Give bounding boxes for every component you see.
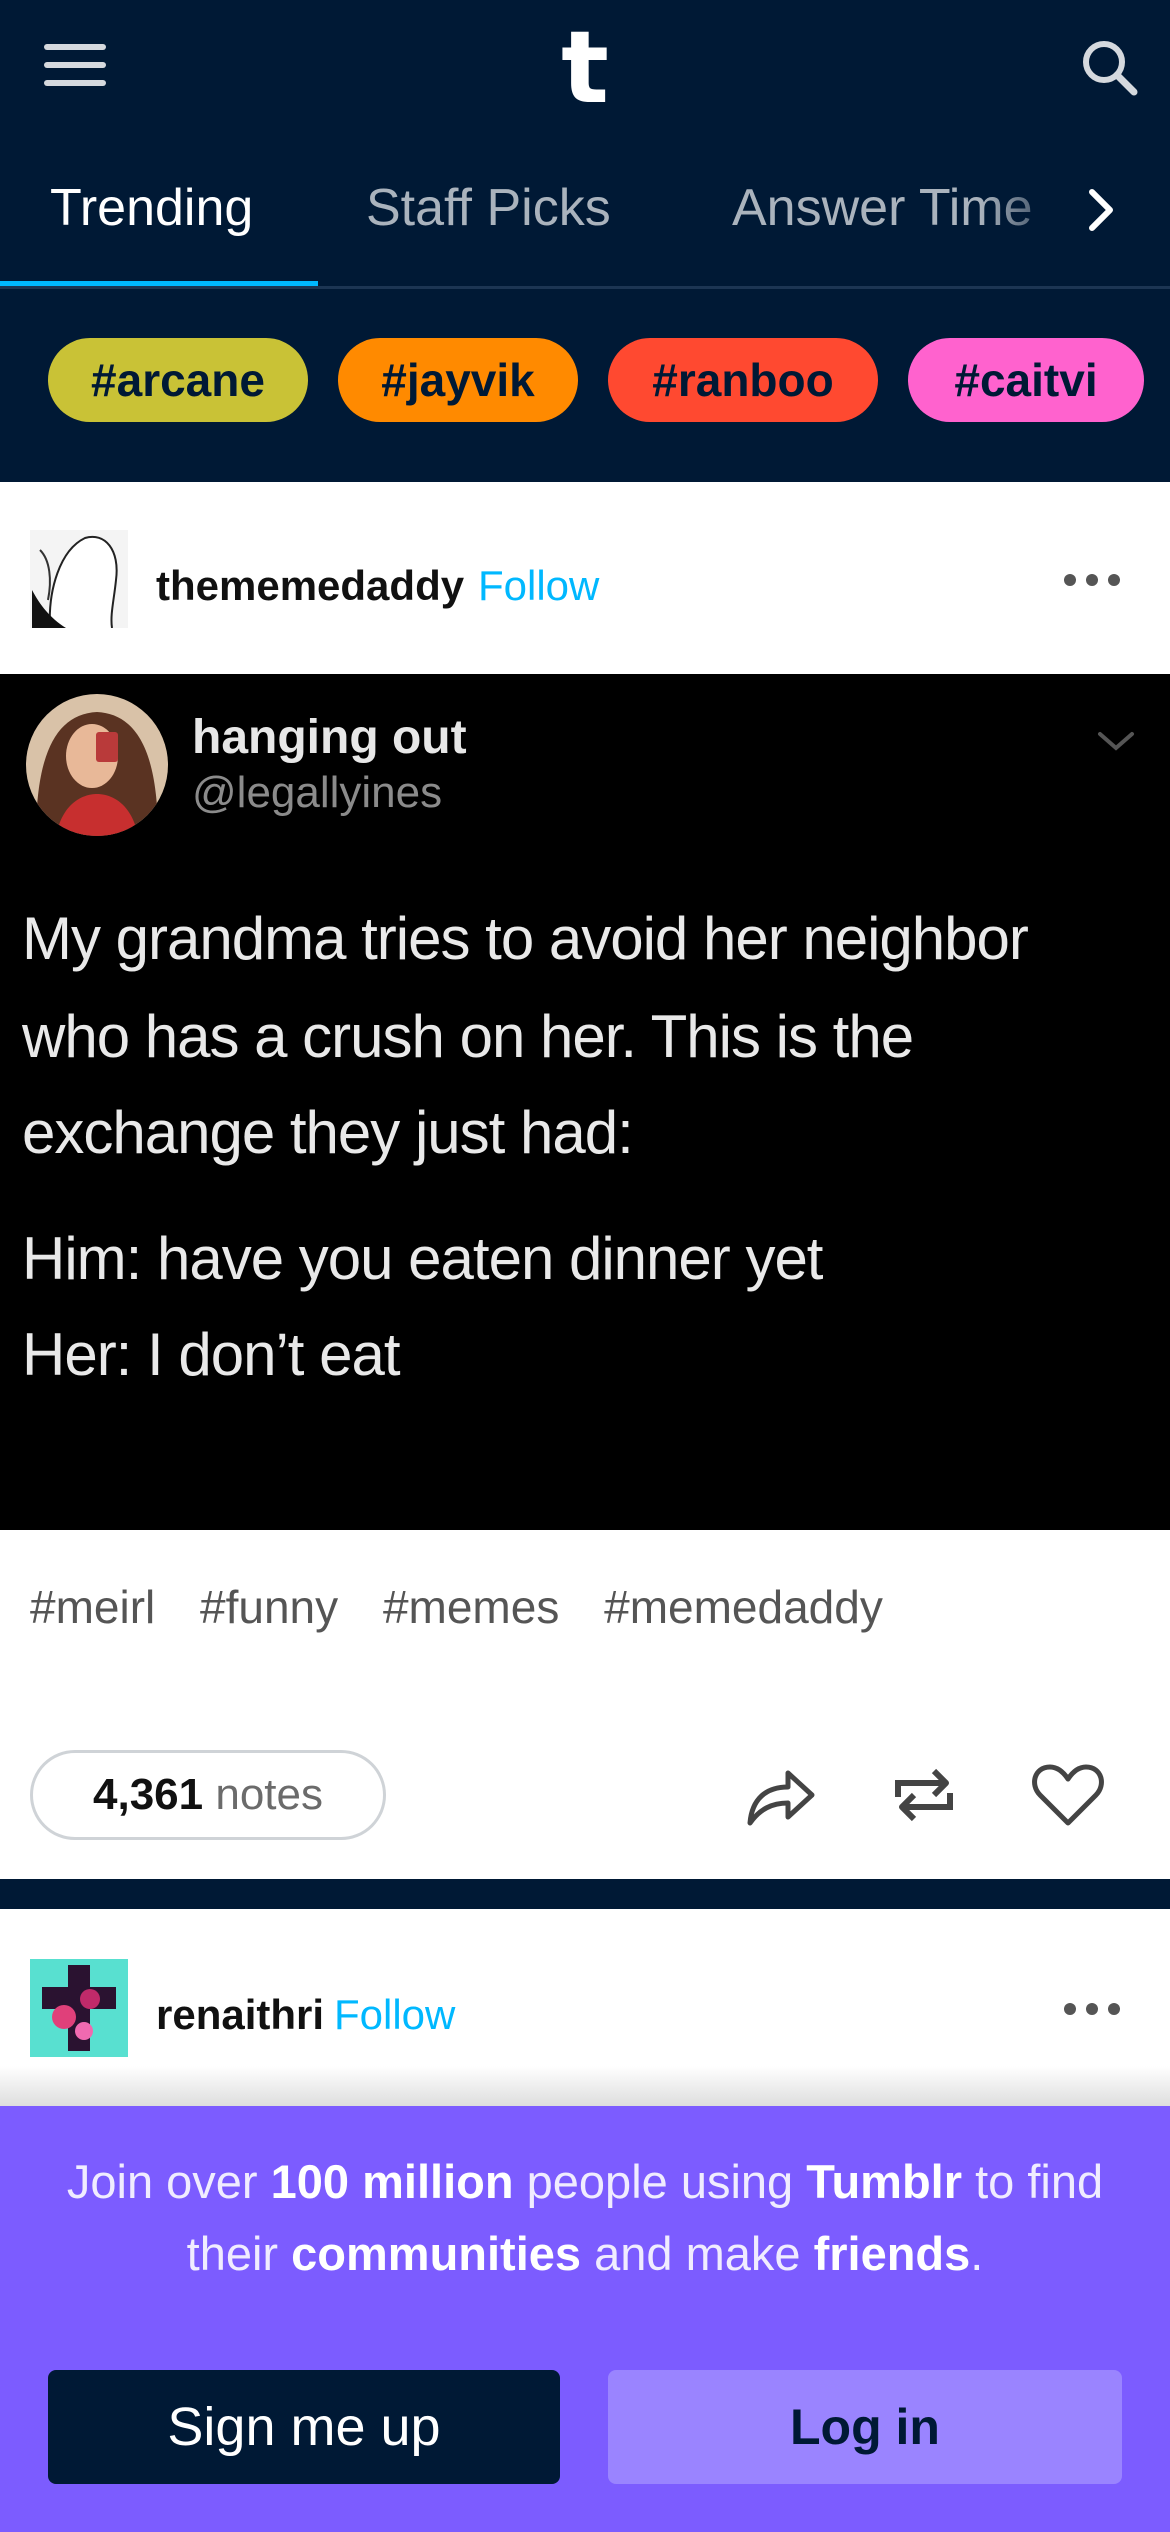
post-tag[interactable]: #funny [200,1581,338,1633]
reblog-icon[interactable] [886,1757,962,1833]
notes-label: notes [215,1770,323,1819]
tweet-text-line: who has a crush on her. This is the [22,1003,914,1070]
post-tags: #meirl #funny #memes #memedaddy [30,1580,915,1634]
signup-banner: Join over 100 million people using Tumbl… [0,2106,1170,2532]
tab-trending[interactable]: Trending [50,178,253,238]
tweet-avatar [26,694,168,836]
post-card: thememedaddy Follow hanging out @legally… [0,482,1170,1879]
tweet-text-line: My grandma tries to avoid her neighbor [22,905,1029,972]
search-icon[interactable] [1080,38,1140,98]
post-image: hanging out @legallyines My grandma trie… [0,674,1170,1530]
post-tag[interactable]: #memes [383,1581,559,1633]
banner-shadow [0,2066,1170,2106]
follow-button[interactable]: Follow [478,562,599,610]
tweet-author-name: hanging out [192,711,467,764]
tag-pill-jayvik[interactable]: #jayvik [338,338,578,422]
post-separator [0,1879,1170,1909]
notes-count: 4,361 [93,1770,204,1819]
tag-pill-caitvi[interactable]: #caitvi [908,338,1144,422]
tag-pill-ranboo[interactable]: #ranboo [608,338,878,422]
tweet-text-line: exchange they just had: [22,1099,634,1166]
chevron-down-icon [1094,726,1138,756]
more-options-icon[interactable] [1062,1999,1122,2019]
tab-fade [980,140,1170,280]
log-in-button[interactable]: Log in [608,2370,1122,2484]
tab-divider [0,286,1170,289]
more-options-icon[interactable] [1062,570,1122,590]
share-icon[interactable] [742,1757,818,1833]
feed-tabs: Trending Staff Picks Answer Time [0,140,1170,290]
top-bar: t [0,0,1170,135]
avatar[interactable] [30,1959,128,2057]
post-tag[interactable]: #memedaddy [604,1581,883,1633]
tweet-text-line: Her: I don’t eat [22,1321,401,1388]
tumblr-logo[interactable]: t [555,18,615,118]
banner-message: Join over 100 million people using Tumbl… [66,2155,1104,2280]
tweet-author-handle: @legallyines [192,768,443,817]
post-tag[interactable]: #meirl [30,1581,155,1633]
tweet-text-line: Him: have you eaten dinner yet [22,1225,823,1292]
notes-button[interactable]: 4,361 notes [30,1750,386,1840]
avatar[interactable] [30,530,128,629]
sign-up-button[interactable]: Sign me up [48,2370,560,2484]
heart-icon[interactable] [1030,1757,1106,1833]
chevron-right-icon[interactable] [1080,180,1120,240]
follow-button[interactable]: Follow [334,1991,455,2039]
tag-pill-arcane[interactable]: #arcane [48,338,308,422]
hamburger-menu-icon[interactable] [44,44,106,92]
post-username[interactable]: renaithri [156,1991,324,2039]
post-username[interactable]: thememedaddy [156,562,464,610]
tab-staff-picks[interactable]: Staff Picks [366,178,611,238]
